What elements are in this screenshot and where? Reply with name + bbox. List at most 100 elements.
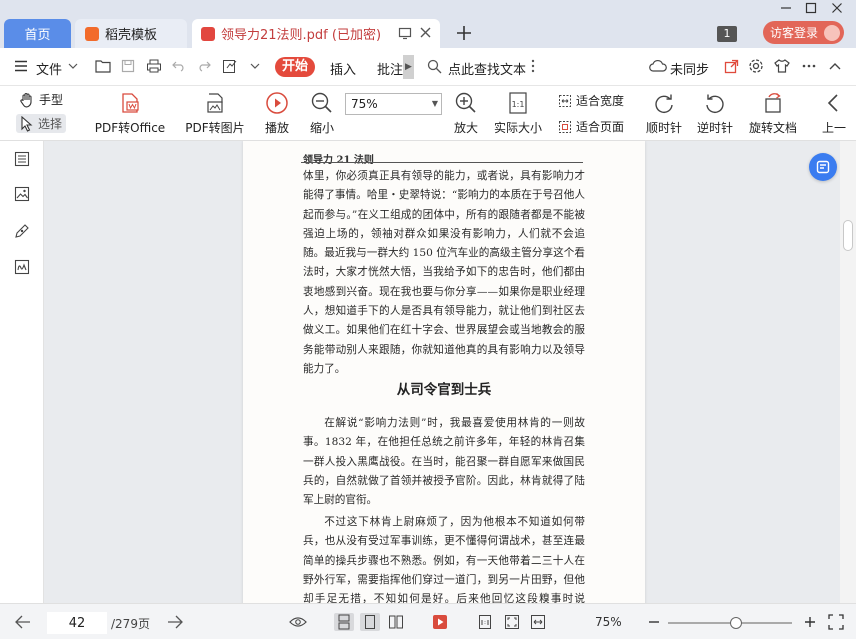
floating-assistant-button[interactable] (809, 153, 837, 181)
outline-list-icon[interactable] (14, 151, 30, 167)
fit-width-button[interactable]: 适合宽度 (558, 92, 624, 109)
zoom-out-button[interactable]: 缩小 (308, 91, 336, 136)
fit-width-status-icon[interactable] (529, 613, 547, 631)
tab-docer-templates[interactable]: 稻壳模板 (75, 19, 187, 48)
sync-status[interactable]: 未同步 (670, 59, 709, 78)
single-page-view-icon[interactable] (360, 613, 380, 631)
menu-annotate-tab[interactable]: 批注 (377, 59, 403, 78)
find-text-search[interactable]: 点此查找文本 (448, 59, 526, 78)
annotation-pen-icon[interactable] (14, 223, 30, 239)
more-chevron-down-icon[interactable] (246, 57, 264, 75)
hamburger-menu-icon[interactable] (12, 57, 30, 75)
actual-size-button[interactable]: 1:1 实际大小 (492, 91, 544, 136)
actual-size-status-icon[interactable] (476, 613, 494, 631)
rotate-counterclockwise-icon (703, 91, 727, 115)
zoom-level-select[interactable]: 75% ▼ (345, 93, 442, 115)
skin-shirt-icon[interactable] (773, 57, 791, 75)
pdf-to-image-label: PDF转图片 (185, 121, 245, 135)
menu-file[interactable]: 文件 (36, 59, 62, 78)
pdf-to-office-label: PDF转Office (94, 121, 166, 135)
previous-page-arrow-icon[interactable] (14, 613, 32, 631)
slideshow-play-icon[interactable] (431, 613, 449, 631)
zoom-slider-knob[interactable] (730, 617, 743, 629)
rotate-clockwise-icon (652, 91, 676, 115)
tab-close-icon[interactable] (419, 26, 432, 43)
docer-logo-icon (85, 26, 99, 41)
cursor-arrow-icon (21, 115, 33, 132)
zoom-out-minus-icon[interactable] (645, 613, 663, 631)
save-icon[interactable] (119, 57, 137, 75)
rotate-counterclockwise-button[interactable]: 逆时针 (697, 91, 733, 136)
search-icon[interactable] (425, 57, 443, 75)
actual-size-icon: 1:1 (506, 91, 530, 115)
open-folder-icon[interactable] (94, 57, 112, 75)
zoom-percentage[interactable]: 75% (595, 615, 622, 629)
rotate-document-button[interactable]: 旋转文档 (748, 91, 798, 136)
play-icon (265, 91, 289, 115)
redo-icon[interactable] (195, 57, 213, 75)
zoom-in-label: 放大 (453, 121, 478, 135)
hand-tool-button[interactable]: 手型 (19, 91, 63, 108)
guest-login-button[interactable]: 访客登录 (763, 21, 844, 44)
zoom-slider[interactable] (668, 617, 792, 629)
left-sidebar (0, 141, 44, 603)
close-window-icon[interactable] (831, 2, 843, 18)
pdf-to-office-button[interactable]: PDF转Office (92, 91, 168, 136)
zoom-level-value: 75% (351, 97, 378, 111)
settings-gear-icon[interactable] (747, 57, 765, 75)
tab-scroll-right-icon[interactable]: ▶ (403, 55, 414, 79)
vertical-scrollbar-thumb[interactable] (843, 220, 853, 251)
cloud-sync-icon[interactable] (649, 57, 667, 75)
share-icon[interactable] (722, 57, 740, 75)
rotate-clockwise-button[interactable]: 顺时针 (646, 91, 682, 136)
zoom-in-plus-icon[interactable] (801, 613, 819, 631)
document-viewport[interactable]: 领导力 21 法则 体里，你必须真正具有领导的能力，或者说，具有影响力才能得了事… (44, 141, 840, 603)
rotate-document-icon (761, 91, 785, 115)
pdf-logo-icon (201, 26, 215, 41)
undo-icon[interactable] (170, 57, 188, 75)
pdf-to-image-button[interactable]: PDF转图片 (185, 91, 245, 136)
menu-insert-tab[interactable]: 插入 (330, 59, 356, 78)
previous-page-label: 上一 (821, 121, 846, 135)
pdf-to-image-icon (203, 91, 227, 115)
more-dots-icon[interactable] (800, 57, 818, 75)
signature-icon[interactable] (14, 259, 30, 275)
play-button[interactable]: 播放 (263, 91, 291, 136)
menu-bar: 文件 开始 插入 批注 ▶ 点此查找文本 未同步 (0, 48, 856, 86)
zoom-dropdown-chevron-icon[interactable]: ▼ (432, 94, 438, 114)
document-assistant-icon (816, 160, 830, 174)
tab-window-icon[interactable] (398, 26, 412, 44)
fullscreen-icon[interactable] (827, 613, 845, 631)
two-page-view-icon[interactable] (386, 613, 406, 631)
collapse-ribbon-chevron-up-icon[interactable] (826, 57, 844, 75)
eye-protection-icon[interactable] (289, 613, 307, 631)
tab-docer-label: 稻壳模板 (105, 28, 158, 43)
vertical-scrollbar[interactable] (840, 141, 856, 603)
paragraph-2: 在解说“影响力法则”时，我最喜爱使用林肯的一则故事。1832 年，在他担任总统之… (303, 417, 585, 507)
file-chevron-down-icon[interactable] (64, 57, 82, 75)
tab-home-label: 首页 (24, 28, 51, 43)
thumbnail-image-icon[interactable] (14, 186, 30, 202)
previous-page-button[interactable]: 上一 (816, 91, 852, 136)
select-tool-button[interactable]: 选择 (16, 114, 67, 133)
export-icon[interactable] (221, 57, 239, 75)
page-number-input[interactable] (47, 612, 107, 634)
continuous-view-icon[interactable] (334, 613, 354, 631)
tab-home[interactable]: 首页 (4, 19, 71, 48)
next-page-arrow-icon[interactable] (166, 613, 184, 631)
more-options-icon[interactable] (524, 57, 542, 75)
minimize-icon[interactable] (780, 2, 792, 18)
new-tab-icon[interactable] (456, 22, 472, 46)
paragraph-3: 不过这下林肯上尉麻烦了，因为他根本不知道如何带兵，也从没有受过军事训练，更不懂得… (303, 516, 585, 603)
fit-page-status-icon[interactable] (503, 613, 521, 631)
actual-size-label: 实际大小 (493, 121, 542, 135)
maximize-icon[interactable] (805, 2, 817, 18)
window-count-badge[interactable]: 1 (717, 26, 737, 42)
fit-page-button[interactable]: 适合页面 (558, 118, 624, 135)
menu-start-tab[interactable]: 开始 (275, 57, 315, 77)
rotate-document-label: 旋转文档 (748, 121, 797, 135)
guest-login-label: 访客登录 (770, 26, 819, 40)
zoom-in-button[interactable]: 放大 (452, 91, 480, 136)
paragraph-1: 体里，你必须真正具有领导的能力，或者说，具有影响力才能得了事情。哈里・史翠特说：… (303, 170, 585, 375)
print-icon[interactable] (145, 57, 163, 75)
